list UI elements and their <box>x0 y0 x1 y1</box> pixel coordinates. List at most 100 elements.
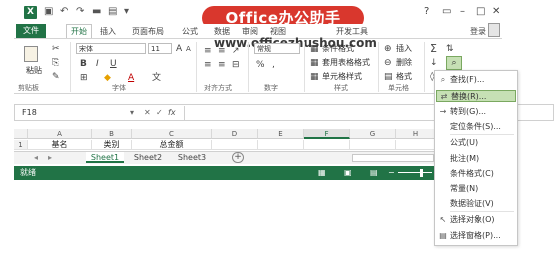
sort-filter-icon[interactable]: ⇅ <box>446 44 454 54</box>
align-top-icon[interactable]: ≡ <box>204 46 212 56</box>
menu-item-comments[interactable]: 批注(M) <box>436 153 516 165</box>
name-box-dropdown-icon[interactable]: ▾ <box>130 107 134 119</box>
autosum-icon[interactable]: Σ <box>430 43 437 54</box>
sheet-tab-sheet2[interactable]: Sheet2 <box>128 152 168 163</box>
column-header-a[interactable]: A <box>28 129 92 139</box>
minimize-button[interactable]: – <box>460 6 465 18</box>
bold-icon[interactable]: B <box>80 59 87 69</box>
merge-center-icon[interactable]: ⊟ <box>232 60 240 70</box>
conditional-format-button[interactable]: 条件格式 <box>322 44 354 54</box>
close-button[interactable]: ✕ <box>492 6 500 18</box>
tab-page-layout[interactable]: 页面布局 <box>132 26 164 37</box>
format-cells-button[interactable]: 格式 <box>396 72 412 82</box>
column-header-d[interactable]: D <box>212 129 258 139</box>
print-preview-icon[interactable]: ▤ <box>108 6 117 18</box>
cell-styles-icon[interactable]: ▦ <box>310 72 319 82</box>
orientation-icon[interactable]: ↗ <box>232 46 240 56</box>
zoom-out-icon[interactable]: − <box>388 168 395 178</box>
page-layout-view-icon[interactable]: ▣ <box>344 168 352 178</box>
open-folder-icon[interactable]: ▬ <box>92 6 101 18</box>
select-all-corner[interactable] <box>14 129 28 139</box>
cell-f1[interactable] <box>304 140 350 150</box>
normal-view-icon[interactable]: ▦ <box>318 168 326 178</box>
cell-styles-button[interactable]: 单元格样式 <box>322 72 362 82</box>
sheet-tab-sheet1[interactable]: Sheet1 <box>86 152 124 163</box>
help-button[interactable]: ? <box>424 6 429 18</box>
name-box[interactable]: F18 <box>22 107 132 119</box>
customize-qat-icon[interactable]: ▾ <box>124 6 129 18</box>
cell-h1[interactable] <box>396 140 436 150</box>
find-select-button[interactable]: ⌕ <box>446 56 462 70</box>
conditional-format-icon[interactable]: ▦ <box>310 44 319 54</box>
undo-icon[interactable]: ↶ <box>60 6 68 18</box>
tab-insert[interactable]: 插入 <box>100 26 116 37</box>
sheet-tab-sheet3[interactable]: Sheet3 <box>172 152 212 163</box>
format-cells-icon[interactable]: ▤ <box>384 72 393 82</box>
cancel-entry-icon[interactable]: ✕ <box>144 107 151 119</box>
column-header-b[interactable]: B <box>92 129 132 139</box>
phonetic-icon[interactable]: 文 <box>152 73 161 83</box>
scroll-sheets-right-icon[interactable]: ▸ <box>48 153 52 163</box>
underline-icon[interactable]: U <box>110 59 117 69</box>
menu-item-constants[interactable]: 常量(N) <box>436 183 516 195</box>
zoom-slider-thumb[interactable] <box>420 169 423 177</box>
column-header-h[interactable]: H <box>396 129 436 139</box>
align-middle-icon[interactable]: ≡ <box>218 46 226 56</box>
font-color-icon[interactable]: A <box>128 73 134 83</box>
menu-item-goto-special[interactable]: 定位条件(S)... <box>436 121 516 133</box>
avatar[interactable] <box>488 23 500 37</box>
cell-d1[interactable] <box>212 140 258 150</box>
paste-icon[interactable] <box>24 46 38 62</box>
delete-cells-button[interactable]: 删除 <box>396 58 412 68</box>
new-sheet-button[interactable]: + <box>232 152 244 163</box>
tab-home[interactable]: 开始 <box>66 24 92 38</box>
border-icon[interactable]: ⊞ <box>80 73 88 83</box>
cell-b1[interactable]: 类别 <box>92 140 132 150</box>
insert-cells-button[interactable]: 插入 <box>396 44 412 54</box>
delete-cells-icon[interactable]: ⊖ <box>384 58 392 68</box>
redo-icon[interactable]: ↷ <box>76 6 84 18</box>
paste-button[interactable]: 粘贴 <box>26 66 42 76</box>
insert-function-button[interactable]: fx <box>168 107 176 119</box>
row-header-1[interactable]: 1 <box>14 140 28 150</box>
menu-item-conditional-formatting[interactable]: 条件格式(C) <box>436 168 516 180</box>
font-name-select[interactable]: 宋体 <box>76 43 146 54</box>
cell-c1[interactable]: 总金额 <box>132 140 212 150</box>
menu-item-replace[interactable]: ⇄ 替换(R)... <box>436 90 516 102</box>
confirm-entry-icon[interactable]: ✓ <box>156 107 163 119</box>
page-break-view-icon[interactable]: ▤ <box>370 168 378 178</box>
column-header-c[interactable]: C <box>132 129 212 139</box>
column-header-e[interactable]: E <box>258 129 304 139</box>
scroll-sheets-left-icon[interactable]: ◂ <box>34 153 38 163</box>
font-size-select[interactable]: 11 <box>148 43 172 54</box>
percent-style-icon[interactable]: % <box>256 60 265 70</box>
login-link[interactable]: 登录 <box>470 26 486 37</box>
horizontal-scrollbar[interactable] <box>352 154 434 162</box>
column-header-f[interactable]: F <box>304 129 350 139</box>
cut-icon[interactable]: ✂ <box>52 44 60 54</box>
tab-formulas[interactable]: 公式 <box>182 26 198 37</box>
shrink-font-icon[interactable]: A <box>186 44 191 54</box>
copy-icon[interactable]: ⎘ <box>52 58 59 68</box>
menu-item-data-validation[interactable]: 数据验证(V) <box>436 198 516 210</box>
menu-item-find[interactable]: ⌕ 查找(F)... <box>436 74 516 86</box>
menu-item-select-objects[interactable]: ↖ 选择对象(O) <box>436 214 516 226</box>
menu-item-goto[interactable]: → 转到(G)... <box>436 106 516 118</box>
align-left-icon[interactable]: ≡ <box>204 60 212 70</box>
menu-item-formulas[interactable]: 公式(U) <box>436 137 516 149</box>
save-icon[interactable]: ▣ <box>44 6 53 18</box>
column-header-g[interactable]: G <box>350 129 396 139</box>
zoom-slider[interactable] <box>398 172 432 173</box>
cell-a1[interactable]: 基名 <box>28 140 92 150</box>
align-center-icon[interactable]: ≡ <box>218 60 226 70</box>
ribbon-display-icon[interactable]: ▭ <box>442 6 451 18</box>
maximize-button[interactable]: □ <box>476 6 485 18</box>
menu-item-selection-pane[interactable]: ▤ 选择窗格(P)... <box>436 230 516 242</box>
cell-g1[interactable] <box>350 140 396 150</box>
comma-style-icon[interactable]: , <box>272 60 275 70</box>
format-as-table-button[interactable]: 套用表格格式 <box>322 58 370 68</box>
format-painter-icon[interactable]: ✎ <box>52 72 60 82</box>
fill-icon[interactable]: ↓ <box>430 58 438 68</box>
number-format-select[interactable]: 常规 <box>254 43 300 54</box>
tab-file[interactable]: 文件 <box>16 24 46 38</box>
